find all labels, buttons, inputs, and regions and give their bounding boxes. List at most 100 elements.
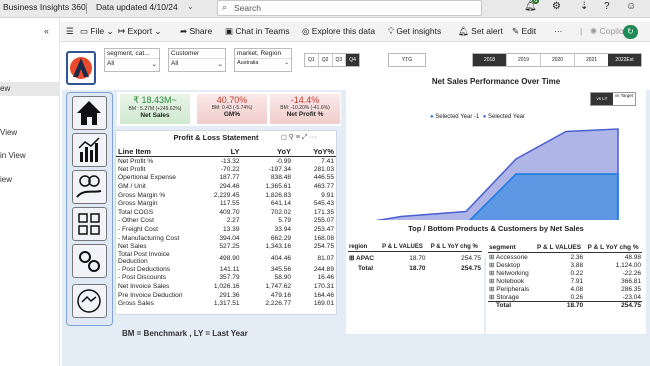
sales-view-button[interactable] <box>72 170 107 204</box>
nav-item[interactable]: in View <box>0 151 26 160</box>
app-title[interactable]: Business Insights 360 <box>3 2 86 12</box>
table-row[interactable]: Opertional Expense 187.77 838.48 446.55 <box>116 174 336 183</box>
menu-icon[interactable]: ☰ <box>66 26 74 37</box>
table-row[interactable]: ⊞ APAC 18.70 254.75 <box>348 252 482 265</box>
column-header[interactable]: P & L YoY chg % <box>427 243 482 252</box>
value-cell: -13.32 <box>220 157 240 165</box>
year-2022est[interactable]: 2022Est <box>608 54 641 66</box>
column-header[interactable]: YoY% <box>293 147 336 157</box>
cell: Total <box>358 265 374 272</box>
copilot-button[interactable]: ✺ Copilot <box>590 26 626 37</box>
quarter-q3[interactable]: Q3 <box>333 54 347 66</box>
column-header[interactable]: region <box>348 243 378 252</box>
column-header[interactable]: YoY <box>242 147 294 157</box>
help-icon[interactable]: ? <box>604 1 610 12</box>
finance-view-button[interactable] <box>72 133 107 167</box>
executive-view-button[interactable] <box>72 284 107 318</box>
chevron-down-icon[interactable]: ⌄ <box>187 2 194 11</box>
table-row[interactable]: - Manufacturing Cost 394.04 662.29 168.08 <box>116 234 336 243</box>
collapse-icon[interactable]: « <box>44 26 49 36</box>
table-row[interactable]: - Post Deductions 141.11 345.56 244.89 <box>116 265 336 274</box>
column-header[interactable]: P & L VALUES <box>378 243 426 252</box>
table-row[interactable]: GM / Unit 294.46 1,365.61 463.77 <box>116 182 336 191</box>
year-2018[interactable]: 2018 <box>473 54 506 66</box>
column-header[interactable]: P & L VALUES <box>534 243 584 253</box>
table-row[interactable]: ⊞ Networking 0.22 -22.26 <box>488 269 642 278</box>
toggle-vs-target[interactable]: vs Target <box>613 93 635 105</box>
nav-item-selected[interactable]: ew <box>0 82 60 96</box>
table-row[interactable]: - Other Cost 2.27 5.79 255.07 <box>116 217 336 226</box>
file-menu[interactable]: ▭ File ⌄ <box>80 26 114 37</box>
slicer-dropdown[interactable]: Australia ⌄ <box>235 58 291 67</box>
explore-data-button[interactable]: ◎ Explore this data <box>302 26 375 37</box>
set-alert-button[interactable]: 🔔︎ Set alert <box>458 26 503 37</box>
refresh-icon[interactable]: ↻ <box>623 25 638 39</box>
table-row[interactable]: Total COGS 409.70 702.02 171.35 <box>116 208 336 217</box>
chevron-down-icon: ⌄ <box>151 61 157 68</box>
table-row[interactable]: - Freight Cost 13.39 33.94 253.47 <box>116 225 336 234</box>
home-page-button[interactable] <box>72 96 107 130</box>
nav-item[interactable]: View <box>0 128 17 137</box>
slicer-dropdown[interactable]: All ⌄ <box>169 58 225 68</box>
kpi-net-profit[interactable]: -14.4% BM: -10.20% (-41.6%) Net Profit % <box>270 94 340 124</box>
download-icon[interactable]: ⇣ <box>580 1 588 12</box>
chevron-down-icon: ⌄ <box>217 61 223 68</box>
quarter-q2[interactable]: Q2 <box>319 54 333 66</box>
edit-button[interactable]: ✎ Edit <box>512 26 536 37</box>
table-row[interactable]: ⊞ Storage 0.26 -23.04 <box>488 293 642 302</box>
supply-chain-view-button[interactable] <box>72 244 107 278</box>
table-row[interactable]: ⊞ Peripherals 4.08 286.35 <box>488 285 642 294</box>
table-row[interactable]: Net Profit % -13.32 -0.99 7.41 <box>116 157 336 166</box>
legend-item[interactable]: Selected Year -1 <box>435 114 479 120</box>
search-input[interactable]: ⌕ Search <box>217 0 482 16</box>
value-cell: 357.79 <box>219 274 240 282</box>
export-menu[interactable]: ↦ Export ⌄ <box>118 26 162 37</box>
market-slicer[interactable]: market, Region Australia ⌄ <box>234 48 292 72</box>
segment-slicer[interactable]: segment, cat... All ⌄ <box>104 48 160 72</box>
table-row[interactable]: Pre Invoice Deduction 291.36 479.16 164.46 <box>116 291 336 300</box>
slicer-dropdown[interactable]: All ⌄ <box>105 58 159 68</box>
line-item-cell: Gross Sales <box>118 300 154 308</box>
table-row[interactable]: Net Profit -70.22 -197.34 281.03 <box>116 165 336 174</box>
chat-in-teams-button[interactable]: ▣ Chat in Teams <box>225 26 290 37</box>
visual-header-icons[interactable]: ◻ ⚲ ≡ ⤢ ··· <box>281 133 316 142</box>
table-row[interactable]: ⊞ Notebook 7.91 366.81 <box>488 277 642 286</box>
customer-slicer[interactable]: Customer All ⌄ <box>168 48 226 72</box>
column-header[interactable]: P & L YoY chg % <box>584 243 642 253</box>
table-row[interactable]: Net Sales 527.25 1,343.16 254.75 <box>116 242 336 251</box>
segment-cell: ⊞ Accessorie <box>488 253 534 261</box>
data-updated-label[interactable]: Data updated 4/10/24 <box>96 2 178 12</box>
value-cell: 81.07 <box>317 254 334 262</box>
quarter-q4[interactable]: Q4 <box>346 54 359 66</box>
account-icon[interactable]: ☺ <box>626 1 636 12</box>
table-row[interactable]: - Post Discounts 357.79 58.90 16.46 <box>116 274 336 283</box>
table-row[interactable]: ⊞ Accessorie 2.36 48.98 <box>488 253 642 262</box>
marketing-view-button[interactable] <box>72 207 107 241</box>
year-2019[interactable]: 2019 <box>506 54 540 66</box>
table-row[interactable]: ⊞ Desktop 3.88 1,124.00 <box>488 261 642 270</box>
kpi-gm[interactable]: 40.70% BM: 0.43 (-5.74%) GM% <box>197 94 267 124</box>
expand-icon[interactable]: ⊞ <box>489 254 496 261</box>
more-options-icon[interactable]: ··· <box>554 26 563 36</box>
ytg-button[interactable]: YTG <box>388 53 426 67</box>
share-button[interactable]: ➦ Share <box>180 26 212 37</box>
kpi-net-sales[interactable]: ₹ 18.43M~ BM : 5.27M (+249.62%) Net Sale… <box>120 94 190 124</box>
segment-table: segment P & L VALUES P & L YoY chg % ⊞ A… <box>488 243 642 309</box>
table-row[interactable]: Gross Margin 117.55 641.14 545.43 <box>116 199 336 208</box>
toggle-vs-ly[interactable]: vs LY <box>591 93 613 105</box>
table-row[interactable]: Net Invoice Sales 1,026.16 1,747.62 170.31 <box>116 282 336 291</box>
table-row[interactable]: Gross Sales 1,317.51 2,226.77 169.01 <box>116 299 336 308</box>
nav-item[interactable]: iew <box>0 175 12 184</box>
year-2021[interactable]: 2021 <box>574 54 608 66</box>
column-header[interactable]: segment <box>488 243 534 253</box>
get-insights-button[interactable]: 💡︎ Get insights <box>388 26 441 37</box>
table-row[interactable]: Gross Margin % 2,229.45 1,826.83 9.91 <box>116 191 336 200</box>
quarter-q1[interactable]: Q1 <box>305 54 319 66</box>
table-row[interactable]: Total Post Invoice Deduction 498.90 404.46… <box>116 251 336 265</box>
expand-icon[interactable]: ⊞ <box>349 255 356 262</box>
gear-icon[interactable]: ⚙ <box>552 1 561 12</box>
legend-item[interactable]: Selected Year <box>488 114 525 120</box>
column-header[interactable]: LY <box>190 147 242 157</box>
year-2020[interactable]: 2020 <box>540 54 574 66</box>
column-header[interactable]: Line Item <box>116 147 190 157</box>
